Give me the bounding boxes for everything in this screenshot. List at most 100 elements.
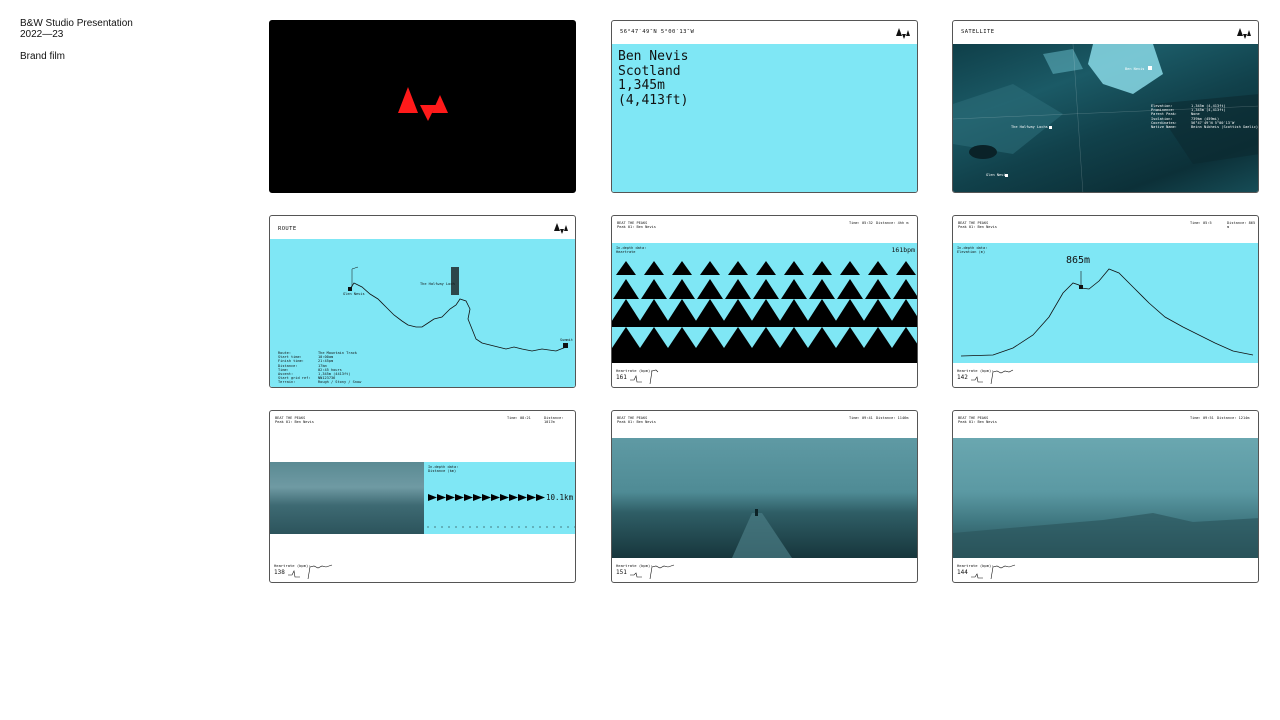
time-label: Time: 05:5: [1190, 221, 1212, 225]
hr-value: 142: [957, 374, 968, 381]
route-lochan-label: The Halfway Loch: [420, 282, 455, 286]
distance-arrow: [518, 494, 527, 501]
peaks-logo-icon: [398, 87, 448, 121]
card-route[interactable]: ROUTE Glen Nevis The Halfway Loch Summit…: [269, 215, 576, 388]
route-label: ROUTE: [278, 226, 297, 232]
heartrate-triangle: [672, 261, 692, 275]
lochan-shape: [451, 267, 459, 295]
summit-marker-icon: [563, 343, 568, 348]
presentation-years: 2022—23: [20, 29, 64, 40]
card-intro[interactable]: [269, 20, 576, 193]
satellite-label: SATELLITE: [961, 29, 995, 35]
heartrate-triangle: [641, 279, 667, 299]
hr-sparkline-icon: [630, 564, 675, 580]
peaks-logo-icon: [896, 28, 910, 39]
card-distance[interactable]: BEAT THE PEAKS Peak 01: Ben Nevis Time: …: [269, 410, 576, 583]
heartrate-triangle: [728, 261, 748, 275]
distance-label: Distance: 1146m: [876, 416, 909, 420]
time-label: Time: 08:21: [507, 416, 531, 420]
heartrate-triangle: [776, 299, 812, 327]
sidebar: B&W Studio Presentation 2022—23 Brand fi…: [20, 18, 133, 62]
heartrate-triangle: [700, 261, 720, 275]
distance-arrow: [437, 494, 446, 501]
place-glen: Glen Nevis: [986, 173, 1008, 177]
heartrate-triangle: [720, 299, 756, 327]
route-details: Route: The Mountain Track Start time: 10:0…: [278, 351, 362, 385]
lochan-marker-icon: [1049, 126, 1052, 129]
heartrate-triangle: [756, 261, 776, 275]
distance-arrow: [491, 494, 500, 501]
heartrate-triangle: [860, 299, 896, 327]
distance-label: Distance: 865 m: [1227, 221, 1256, 230]
distance-arrow: [455, 494, 464, 501]
card-fog-summit[interactable]: BEAT THE PEAKS Peak 01: Ben Nevis Time: …: [952, 410, 1259, 583]
hr-sparkline-icon: [630, 369, 659, 385]
time-label: Time: 05:32: [849, 221, 873, 225]
height-metres: 1,345m: [618, 78, 665, 93]
route-start-label: Glen Nevis: [343, 292, 365, 296]
card-fog-path[interactable]: BEAT THE PEAKS Peak 01: Ben Nevis Time: …: [611, 410, 918, 583]
hr-sparkline-icon: [288, 564, 333, 580]
place-summit: Ben Nevis: [1125, 67, 1145, 71]
place-lochan: The Halfway Lochs: [1011, 125, 1048, 129]
heartrate-triangle: [616, 261, 636, 275]
heartrate-triangle: [664, 299, 700, 327]
elevation-panel: In-depth data: Elevation (m) 865m: [953, 243, 1258, 363]
heartrate-triangle: [636, 299, 672, 327]
card-satellite[interactable]: SATELLITE Ben Nevis The Halfway Lochs Gl…: [952, 20, 1259, 193]
time-label: Time: 09:41: [849, 416, 873, 420]
hr-sparkline-icon: [971, 564, 1016, 580]
heartrate-triangle: [804, 299, 840, 327]
start-marker-icon: [348, 287, 352, 291]
heartrate-triangles: [612, 261, 917, 363]
route-panel: Glen Nevis The Halfway Loch Summit Route…: [270, 239, 575, 387]
heartrate-triangle: [613, 279, 639, 299]
distance-label: Distance: 1214m: [1217, 416, 1250, 420]
distance-arrow: [509, 494, 518, 501]
hr-value: 151: [616, 569, 627, 576]
coordinates-label: 56°47′49″N 5°00′13″W: [620, 29, 695, 35]
distance-label: Distance: 4hh m: [876, 221, 909, 225]
hr-value: 161: [616, 374, 627, 381]
card-elevation[interactable]: BEAT THE PEAKS Peak 01: Ben Nevis Time: …: [952, 215, 1259, 388]
heartrate-triangle: [812, 261, 832, 275]
satellite-facts: Elevation: 1,345m (4,413ft) Prominence: 1,…: [1151, 104, 1259, 130]
fog-path-photo: [612, 438, 917, 558]
heartrate-triangle: [840, 261, 860, 275]
distance-arrow: [536, 494, 545, 501]
peak-label: Peak 01: Ben Nevis: [958, 420, 997, 425]
location-panel: Ben Nevis Scotland 1,345m (4,413ft): [612, 44, 917, 192]
distance-arrow: [464, 494, 473, 501]
fog-summit-photo: [953, 438, 1258, 558]
distance-arrow: [428, 494, 437, 501]
peaks-logo-icon: [554, 223, 568, 234]
heartrate-triangle: [868, 261, 888, 275]
country-name: Scotland: [618, 63, 681, 79]
heartrate-triangle: [888, 299, 917, 327]
heartrate-triangle: [669, 279, 695, 299]
section-label: Brand film: [20, 51, 66, 62]
heartrate-triangle: [748, 299, 784, 327]
peaks-logo-icon: [1237, 28, 1251, 39]
peak-label: Peak 01: Ben Nevis: [617, 225, 656, 230]
hr-value: 138: [274, 569, 285, 576]
heartrate-triangle: [832, 299, 868, 327]
heartrate-triangle: [725, 279, 751, 299]
distance-value: 10.1km: [546, 493, 574, 502]
heartrate-triangle: [896, 261, 916, 275]
height-feet: (4,413ft): [618, 92, 689, 108]
mountain-name: Ben Nevis: [618, 49, 689, 64]
presentation-title: B&W Studio Presentation: [20, 18, 133, 29]
card-heartrate[interactable]: BEAT THE PEAKS Peak 01: Ben Nevis Time: …: [611, 215, 918, 388]
heartrate-triangle: [784, 261, 804, 275]
heartrate-triangle: [865, 279, 891, 299]
peak-label: Peak 01: Ben Nevis: [275, 420, 314, 425]
distance-arrow: [446, 494, 455, 501]
elevation-profile: [960, 268, 1254, 357]
heartrate-triangle: [837, 279, 863, 299]
heartrate-triangle: [753, 279, 779, 299]
distance-arrow: [527, 494, 536, 501]
heartrate-triangle: [644, 261, 664, 275]
peak-label: Peak 01: Ben Nevis: [958, 225, 997, 230]
card-location[interactable]: 56°47′49″N 5°00′13″W Ben Nevis Scotland …: [611, 20, 918, 193]
